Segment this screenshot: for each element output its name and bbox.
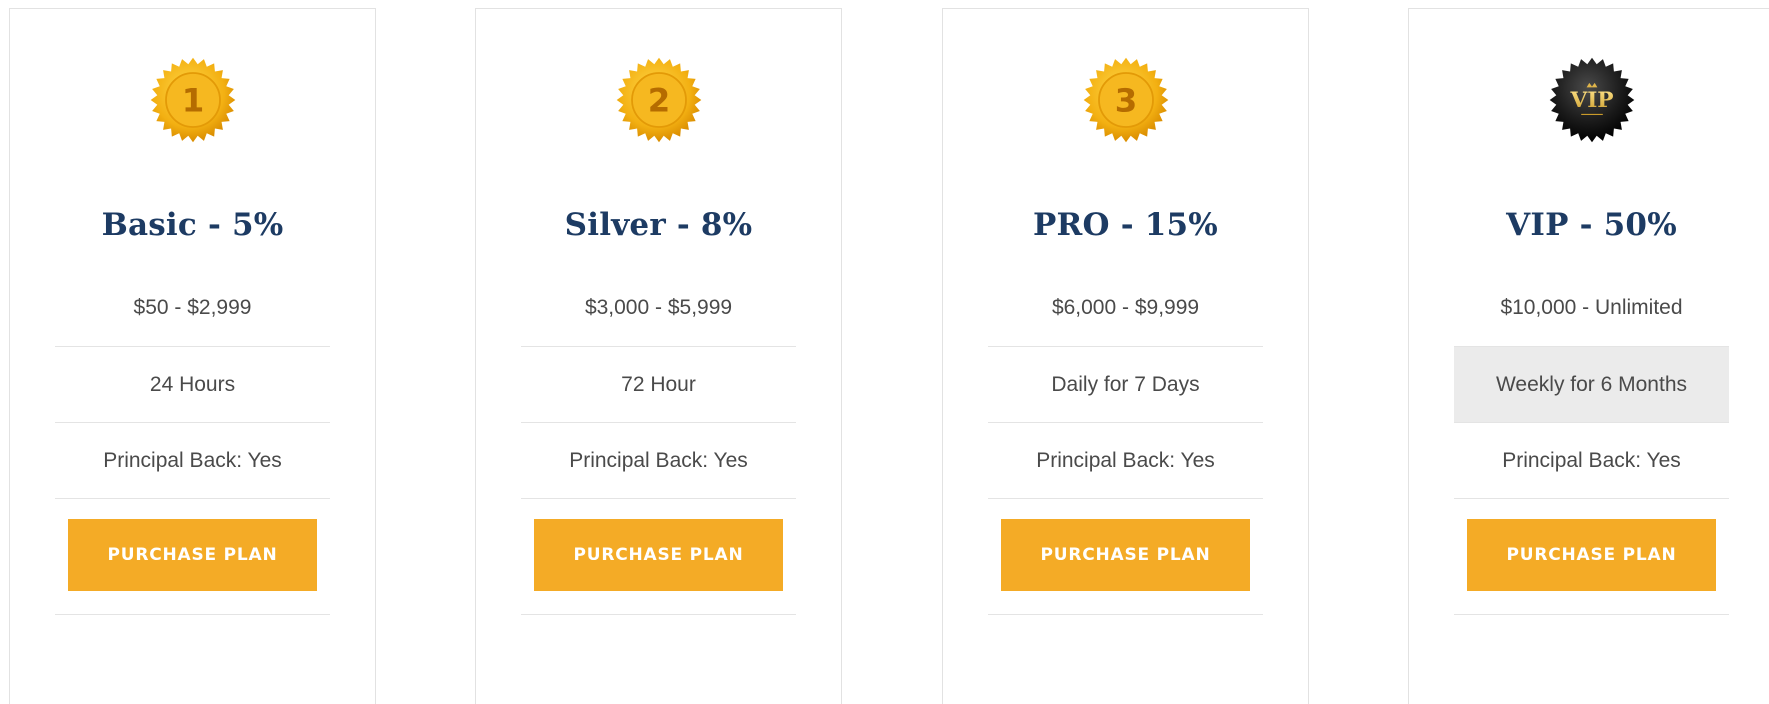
vip-badge-icon: VIP xyxy=(1547,55,1637,145)
plan-principal: Principal Back: Yes xyxy=(55,423,330,499)
badge-number: 2 xyxy=(647,82,670,120)
gold-medal-1-icon: 1 xyxy=(148,55,238,145)
plan-title: Silver - 8% xyxy=(564,207,753,243)
plan-title: Basic - 5% xyxy=(101,207,284,243)
plan-range: $6,000 - $9,999 xyxy=(988,269,1263,347)
plan-card-vip: VIP VIP - 50% $10,000 - Unlimited Weekly… xyxy=(1408,8,1769,704)
purchase-plan-button[interactable]: PURCHASE PLAN xyxy=(68,519,317,591)
badge-number: 1 xyxy=(181,82,204,120)
plan-term: 72 Hour xyxy=(521,347,796,423)
plan-principal: Principal Back: Yes xyxy=(521,423,796,499)
plan-range: $50 - $2,999 xyxy=(55,269,330,347)
button-row: PURCHASE PLAN xyxy=(55,499,330,615)
button-row: PURCHASE PLAN xyxy=(521,499,796,615)
plan-card-pro: 3 PRO - 15% $6,000 - $9,999 Daily for 7 … xyxy=(942,8,1309,704)
purchase-plan-button[interactable]: PURCHASE PLAN xyxy=(534,519,783,591)
plan-card-silver: 2 Silver - 8% $3,000 - $5,999 72 Hour Pr… xyxy=(475,8,842,704)
purchase-plan-button[interactable]: PURCHASE PLAN xyxy=(1001,519,1250,591)
gold-medal-2-icon: 2 xyxy=(614,55,704,145)
plan-range: $3,000 - $5,999 xyxy=(521,269,796,347)
plan-principal: Principal Back: Yes xyxy=(1454,423,1729,499)
plan-title: VIP - 50% xyxy=(1506,207,1677,243)
plan-range: $10,000 - Unlimited xyxy=(1454,269,1729,347)
pricing-plans: 1 Basic - 5% $50 - $2,999 24 Hours Princ… xyxy=(0,0,1769,704)
plan-term: 24 Hours xyxy=(55,347,330,423)
gold-medal-3-icon: 3 xyxy=(1081,55,1171,145)
purchase-plan-button[interactable]: PURCHASE PLAN xyxy=(1467,519,1716,591)
badge-number: 3 xyxy=(1114,82,1137,120)
plan-card-basic: 1 Basic - 5% $50 - $2,999 24 Hours Princ… xyxy=(9,8,376,704)
plan-term: Daily for 7 Days xyxy=(988,347,1263,423)
button-row: PURCHASE PLAN xyxy=(988,499,1263,615)
button-row: PURCHASE PLAN xyxy=(1454,499,1729,615)
plan-term: Weekly for 6 Months xyxy=(1454,347,1729,423)
badge-text: VIP xyxy=(1569,88,1613,113)
plan-principal: Principal Back: Yes xyxy=(988,423,1263,499)
plan-title: PRO - 15% xyxy=(1033,207,1218,243)
